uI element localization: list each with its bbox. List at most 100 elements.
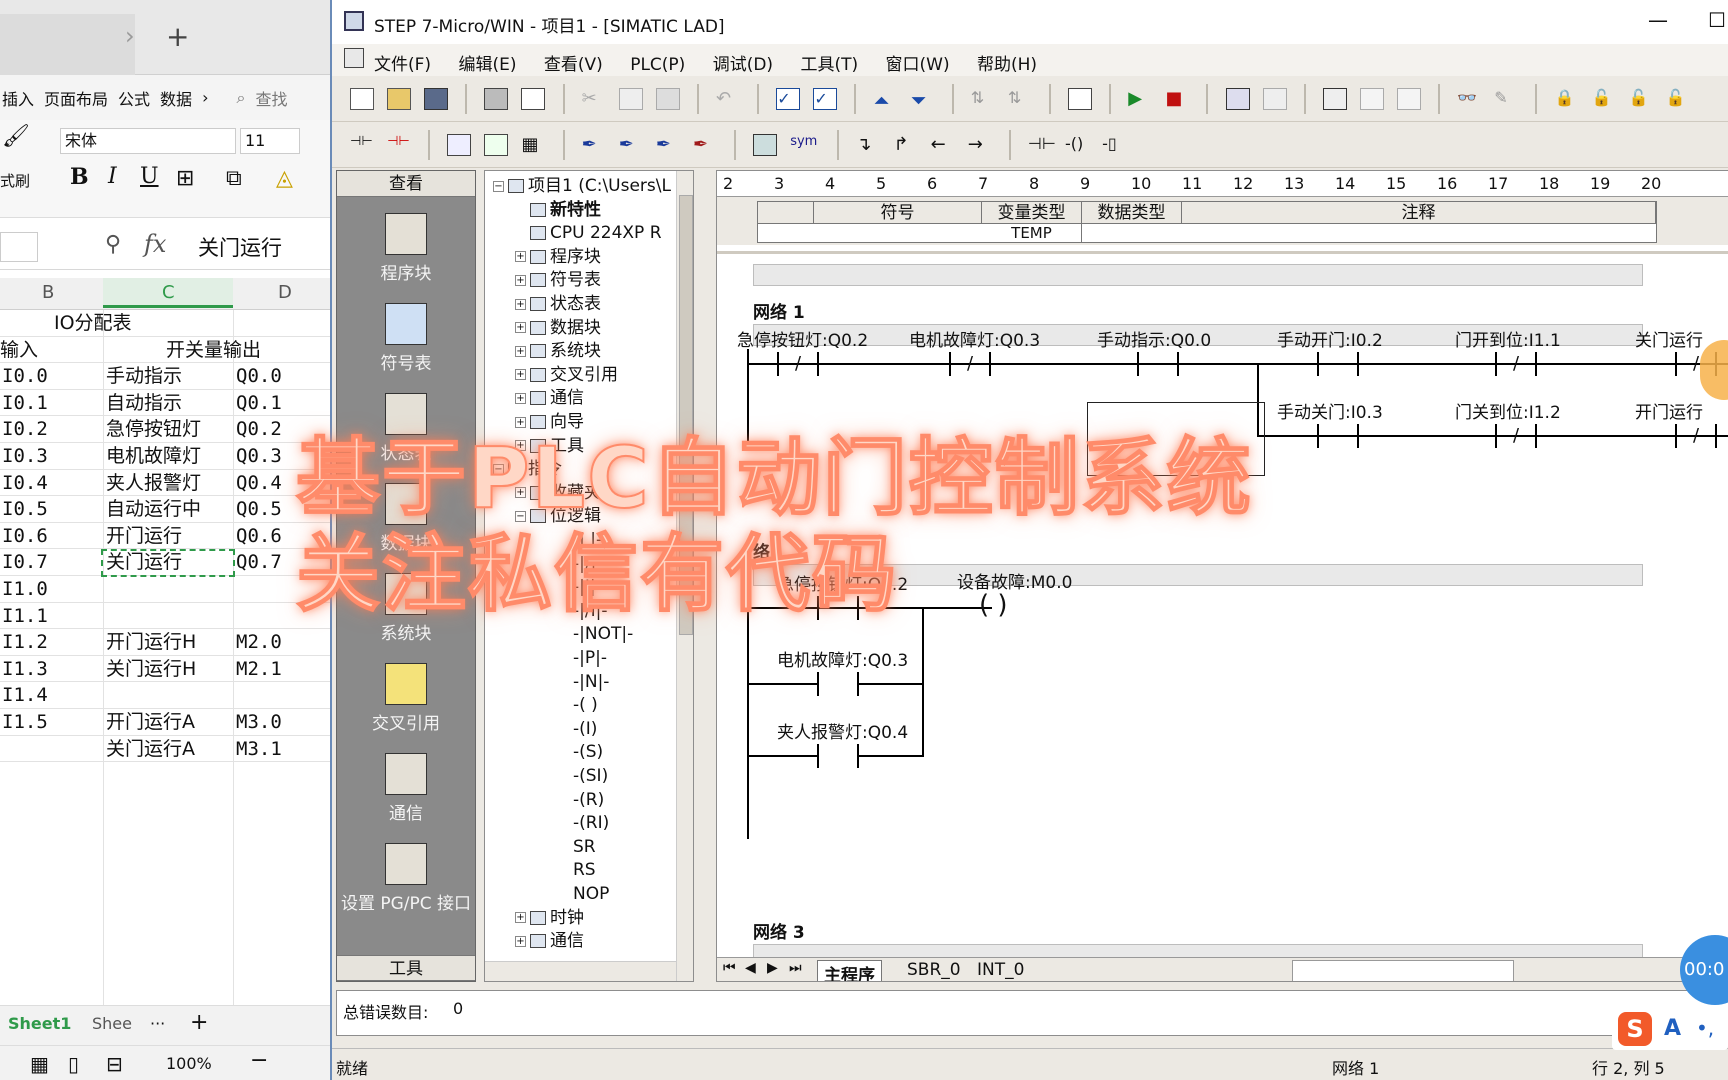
cell-input[interactable]: I1.1 bbox=[2, 603, 48, 629]
tree-item[interactable]: + 工具 bbox=[515, 435, 584, 457]
name-box[interactable] bbox=[0, 232, 38, 262]
expand-icon[interactable]: + bbox=[515, 440, 526, 452]
spreadsheet-grid[interactable]: IO分配表 输入 开关量输出 I0.0 手动指示 Q0.0 I0.1 自动指示 Q0.1 I0… bbox=[0, 310, 330, 1010]
underline-icon[interactable]: U bbox=[140, 164, 159, 189]
tree-item[interactable]: -|/|- bbox=[549, 553, 602, 575]
tab-scroll-icon[interactable]: › bbox=[125, 22, 135, 50]
tree-item[interactable]: -(S) bbox=[549, 741, 603, 763]
menu-more-icon[interactable]: › bbox=[202, 88, 208, 107]
cell-name[interactable]: 急停按钮灯 bbox=[106, 416, 201, 442]
contact-label[interactable]: 门关到位:I1.2 bbox=[1455, 398, 1561, 423]
expand-icon[interactable]: + bbox=[515, 345, 526, 357]
tree-item[interactable]: + 时钟 bbox=[515, 907, 584, 929]
cell-input[interactable]: I1.3 bbox=[2, 656, 48, 682]
tab-int0[interactable]: INT_0 bbox=[971, 960, 1030, 980]
tab-last-icon[interactable]: ⏭ bbox=[789, 960, 802, 976]
cell-name[interactable]: 自动运行中 bbox=[106, 496, 201, 522]
tree-item[interactable]: -|N|- bbox=[549, 671, 609, 693]
contact-label[interactable]: 急停按钮灯:Q0.2 bbox=[737, 326, 868, 351]
ime-mode-icon[interactable]: A bbox=[1664, 1016, 1681, 1041]
sym-icon[interactable]: sym bbox=[790, 134, 820, 156]
page-layout-view-icon[interactable]: ▯ bbox=[68, 1052, 79, 1076]
cell-input[interactable]: I0.6 bbox=[2, 523, 48, 549]
col-header-d[interactable]: D bbox=[278, 282, 292, 303]
menu-help[interactable]: 帮助(H) bbox=[977, 50, 1037, 75]
tree-item[interactable]: + 通信 bbox=[515, 930, 584, 952]
line-left-icon[interactable]: ← bbox=[931, 134, 955, 156]
upload-icon[interactable]: ⏶ bbox=[874, 88, 898, 112]
search-label[interactable]: 查找 bbox=[255, 86, 287, 110]
ladder-area[interactable]: 网络 1 络 网络 3 /急停按钮灯:Q0.2/电机故障灯:Q0.3 手动指示:Q… bbox=[717, 251, 1728, 966]
cell-input[interactable]: I1.2 bbox=[2, 629, 48, 655]
cell-output[interactable]: Q0.4 bbox=[236, 470, 282, 496]
line-up-icon[interactable]: ↱ bbox=[894, 134, 918, 156]
fill-color-icon[interactable]: ◬ bbox=[276, 166, 293, 191]
expand-icon[interactable]: + bbox=[515, 274, 526, 286]
contact-label[interactable]: 关门运行 bbox=[1635, 326, 1703, 351]
contact-icon[interactable]: ⊣⊢ bbox=[1028, 134, 1056, 156]
tree-item[interactable]: -( ) bbox=[549, 694, 598, 716]
tree-hscrollbar[interactable] bbox=[485, 961, 676, 981]
expand-icon[interactable]: + bbox=[515, 416, 526, 428]
cell-input[interactable]: I1.4 bbox=[2, 682, 48, 708]
network-3-title[interactable]: 网络 3 bbox=[753, 918, 805, 943]
network-1-title[interactable]: 网络 1 bbox=[753, 298, 805, 323]
cell-input[interactable]: I1.5 bbox=[2, 709, 48, 735]
var-header-datatype[interactable]: 数据类型 bbox=[1082, 202, 1182, 224]
symbol-table-icon[interactable] bbox=[753, 134, 778, 156]
ime-toolbar[interactable]: S A •, bbox=[1612, 1010, 1728, 1050]
normal-view-icon[interactable]: ▦ bbox=[30, 1052, 49, 1076]
contact-label[interactable]: 夹人报警灯:Q0.4 bbox=[777, 718, 908, 743]
menu-edit[interactable]: 编辑(E) bbox=[458, 50, 516, 75]
var-header-symbol[interactable]: 符号 bbox=[814, 202, 982, 224]
var-header-vartype[interactable]: 变量类型 bbox=[982, 202, 1082, 224]
coil-label[interactable]: 设备故障:M0.0 bbox=[957, 568, 1072, 593]
cell-output[interactable]: M2.0 bbox=[236, 629, 282, 655]
tree-item[interactable]: -|I|- bbox=[549, 576, 602, 598]
contact-label[interactable]: 手动指示:Q0.0 bbox=[1097, 326, 1211, 351]
expand-icon[interactable]: + bbox=[515, 369, 526, 381]
tree-item[interactable]: 新特性 bbox=[515, 199, 601, 221]
tree-item[interactable]: -|/I|- bbox=[549, 600, 607, 622]
tab-next-icon[interactable]: ▶ bbox=[767, 960, 778, 976]
cell-input[interactable]: I0.2 bbox=[2, 416, 48, 442]
nav-system-block[interactable]: 系统块 bbox=[337, 561, 475, 651]
menu-data[interactable]: 数据 bbox=[160, 86, 192, 110]
cell-output[interactable]: Q0.0 bbox=[236, 363, 282, 389]
force-icon[interactable]: 🔓 bbox=[1629, 88, 1653, 110]
tree-item[interactable]: − 项目1 (C:\Users\L bbox=[493, 175, 671, 197]
tree-item[interactable]: -(RI) bbox=[549, 812, 609, 834]
cell-input[interactable]: I0.0 bbox=[2, 363, 48, 389]
italic-icon[interactable]: I bbox=[108, 164, 117, 189]
nav-cross-ref[interactable]: 交叉引用 bbox=[337, 651, 475, 741]
box-icon[interactable]: -▯ bbox=[1102, 134, 1126, 156]
collapse-icon[interactable]: − bbox=[515, 510, 526, 522]
add-sheet-icon[interactable]: + bbox=[190, 1010, 208, 1035]
zoom-level[interactable]: 100% bbox=[166, 1054, 212, 1073]
table-icon[interactable]: ▦ bbox=[521, 134, 545, 156]
sort-asc-icon[interactable]: ⇅ bbox=[971, 88, 995, 110]
menu-file[interactable]: 文件(F) bbox=[374, 50, 431, 75]
cell-input[interactable]: I0.7 bbox=[2, 549, 48, 575]
next-bookmark-icon[interactable]: ✒ bbox=[619, 134, 643, 156]
unlock-icon[interactable]: 🔓 bbox=[1592, 88, 1616, 110]
contact-label[interactable]: 电机故障灯:Q0.3 bbox=[909, 326, 1040, 351]
bold-icon[interactable]: B bbox=[70, 164, 89, 190]
format-painter-icon[interactable]: 🖌 bbox=[2, 124, 30, 149]
tree-item[interactable]: NOP bbox=[549, 883, 609, 905]
contact-label[interactable]: 手动开门:I0.2 bbox=[1277, 326, 1383, 351]
tree-item[interactable]: + 交叉引用 bbox=[515, 364, 618, 386]
menu-page-layout[interactable]: 页面布局 bbox=[44, 86, 108, 110]
tree-item[interactable]: -(R) bbox=[549, 789, 604, 811]
fill-format-icon[interactable]: ⧉ bbox=[226, 166, 242, 191]
insert-network-icon[interactable]: ⊣⊢ bbox=[350, 134, 374, 156]
spreadsheet-doc-tab[interactable] bbox=[0, 14, 135, 75]
expand-icon[interactable]: + bbox=[515, 251, 526, 263]
tab-prev-icon[interactable]: ◀ bbox=[745, 960, 756, 976]
cell-output[interactable]: M3.1 bbox=[236, 736, 282, 762]
tree-item[interactable]: -(SI) bbox=[549, 765, 608, 787]
new-tab-icon[interactable]: + bbox=[166, 20, 189, 53]
menu-insert[interactable]: 插入 bbox=[2, 86, 34, 110]
collapse-icon[interactable]: − bbox=[493, 180, 504, 192]
nav-communication[interactable]: 通信 bbox=[337, 741, 475, 831]
